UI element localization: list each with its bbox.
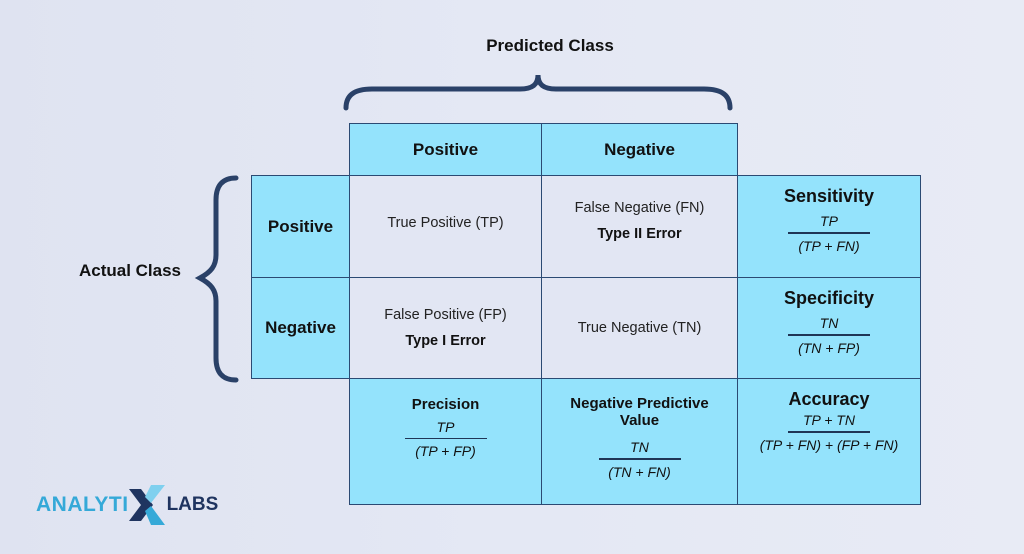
predicted-class-title: Predicted Class: [486, 36, 614, 55]
precision-numerator: TP: [436, 418, 455, 435]
logo-x-icon: [128, 485, 165, 525]
logo-text-analyti: ANALYTI: [36, 493, 129, 516]
accuracy-denominator: (TP + FN) + (FP + FN): [759, 436, 899, 453]
analytixlabs-logo: ANALYTI LABS: [36, 485, 218, 525]
precision-cell: Precision TP (TP + FP): [349, 378, 542, 505]
predicted-negative-header: Negative: [541, 123, 738, 177]
npv-title-line2: Value: [619, 412, 660, 429]
false-positive-label: False Positive (FP): [384, 307, 507, 323]
sensitivity-title: Sensitivity: [783, 186, 875, 206]
npv-numerator: TN: [630, 439, 649, 455]
true-positive-label: True Positive (TP): [387, 214, 504, 231]
npv-title-line1: Negative Predictive: [570, 395, 709, 412]
actual-positive-header: Positive: [251, 175, 350, 278]
actual-negative-header: Negative: [251, 277, 350, 379]
actual-positive-label: Positive: [267, 216, 334, 236]
true-negative-label: True Negative (TN): [577, 320, 702, 336]
npv-formula: TN (TN + FN): [598, 439, 681, 480]
accuracy-cell: Accuracy TP + TN (TP + FN) + (FP + FN): [737, 378, 921, 505]
false-negative-cell: False Negative (FN) Type II Error: [541, 175, 738, 278]
type-ii-error-label: Type II Error: [597, 225, 682, 242]
sensitivity-numerator: TP: [820, 213, 838, 229]
precision-denominator: (TP + FP): [415, 443, 476, 460]
predicted-negative-label: Negative: [604, 140, 675, 159]
false-positive-cell: False Positive (FP) Type I Error: [349, 277, 542, 379]
true-negative-cell: True Negative (TN): [541, 277, 738, 379]
predicted-positive-header: Positive: [349, 123, 542, 177]
type-i-error-label: Type I Error: [405, 333, 486, 349]
sensitivity-formula: TP (TP + FN): [788, 213, 870, 254]
sensitivity-denominator: (TP + FN): [798, 237, 860, 254]
specificity-title: Specificity: [783, 288, 875, 308]
npv-denominator: (TN + FN): [608, 463, 671, 480]
sensitivity-cell: Sensitivity TP (TP + FN): [737, 175, 921, 278]
predicted-positive-label: Positive: [412, 140, 479, 159]
actual-negative-label: Negative: [265, 318, 336, 337]
accuracy-numerator: TP + TN: [802, 412, 855, 428]
actual-class-label: Actual Class: [78, 261, 182, 280]
specificity-numerator: TN: [819, 315, 839, 331]
precision-title: Precision: [411, 395, 480, 413]
npv-cell: Negative Predictive Value TN (TN + FN): [541, 378, 738, 505]
specificity-cell: Specificity TN (TN + FP): [737, 277, 921, 379]
logo-text-labs: LABS: [166, 494, 219, 515]
specificity-denominator: (TN + FP): [798, 339, 860, 356]
accuracy-title: Accuracy: [788, 389, 870, 409]
accuracy-formula: TP + TN (TP + FN) + (FP + FN): [760, 412, 899, 453]
precision-formula: TP (TP + FP): [404, 418, 487, 460]
specificity-formula: TN (TN + FP): [788, 315, 870, 356]
true-positive-cell: True Positive (TP): [349, 175, 542, 278]
false-negative-label: False Negative (FN): [574, 199, 705, 216]
